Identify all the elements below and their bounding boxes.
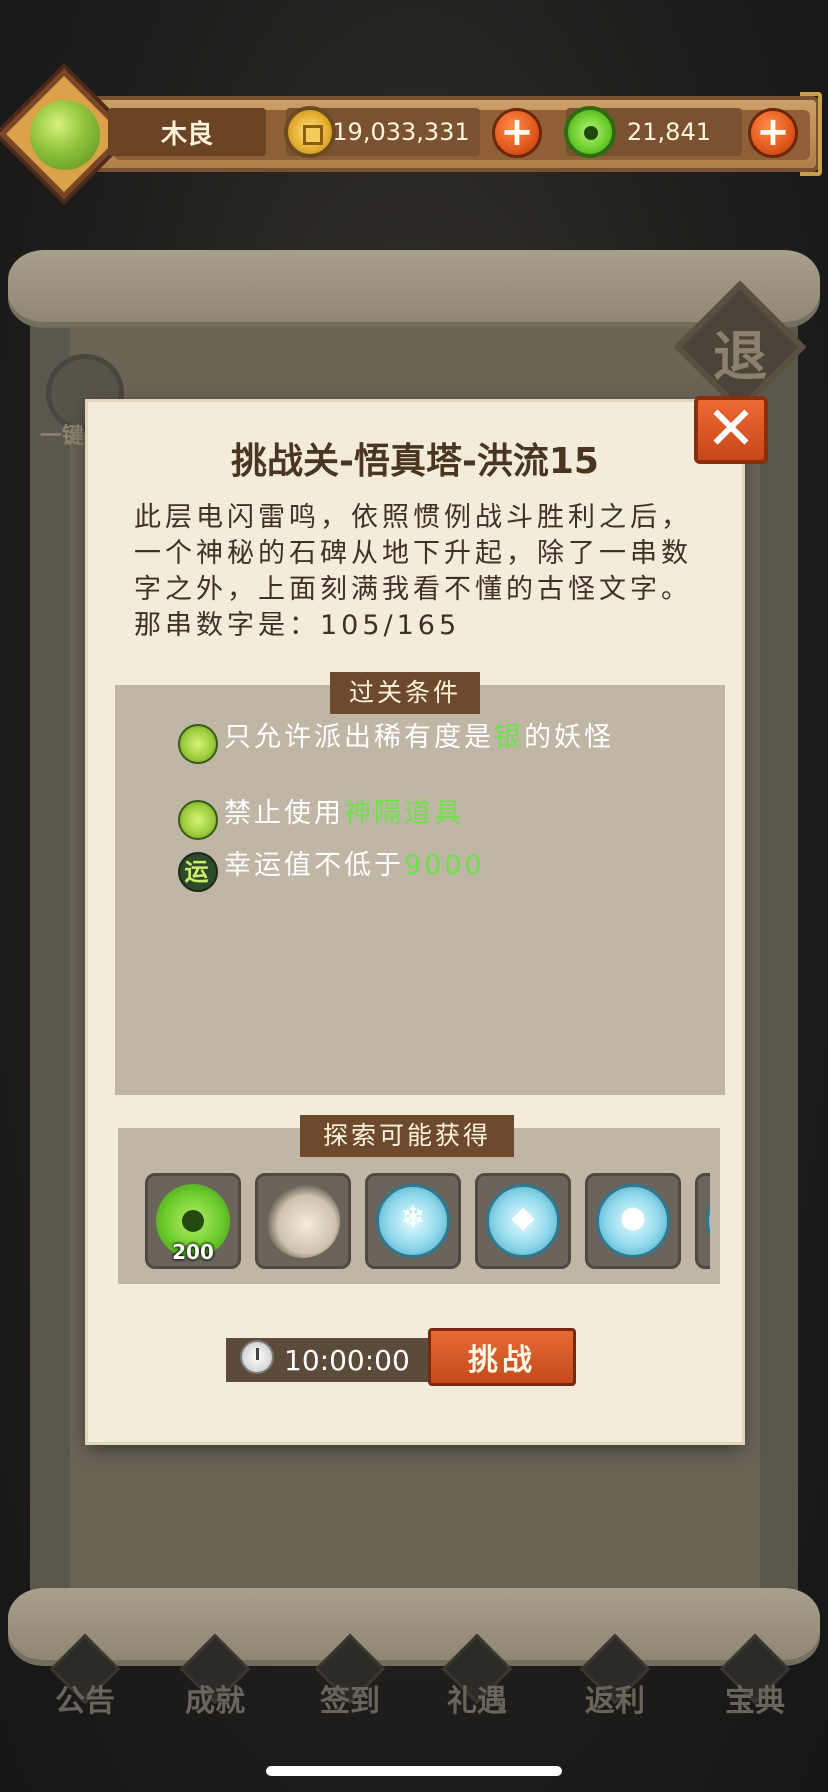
add-jade-button[interactable]: +: [748, 108, 798, 158]
challenge-button[interactable]: 挑战: [428, 1328, 576, 1386]
nav-label: 成就: [185, 1684, 245, 1719]
condition-text: 只允许派出稀有度是银的妖怪: [224, 722, 614, 753]
compass-label: 一键: [40, 424, 85, 449]
rewards-list[interactable]: 200 ❄ ◆ ●: [145, 1173, 710, 1269]
reward-ice-crystal[interactable]: ❄: [365, 1173, 461, 1269]
green-orb-icon: [178, 724, 218, 764]
reward-creature[interactable]: [255, 1173, 351, 1269]
condition-text: 幸运值不低于9000: [224, 850, 485, 881]
reward-more[interactable]: [695, 1173, 710, 1269]
nav-item-achievements[interactable]: 成就: [160, 1633, 270, 1720]
rewards-title: 探索可能获得: [300, 1115, 514, 1157]
exit-button[interactable]: 退: [673, 280, 807, 414]
condition-item: 禁止使用神隔道具: [178, 798, 464, 840]
nav-label: 返利: [585, 1684, 645, 1719]
add-coins-button[interactable]: +: [492, 108, 542, 158]
snowflake-icon: ❄: [400, 1200, 426, 1235]
creature-icon: [266, 1184, 340, 1258]
crystal-icon: ◆: [511, 1200, 535, 1235]
reward-ice-orb[interactable]: ●: [585, 1173, 681, 1269]
jade-coin-icon: [564, 106, 616, 158]
reward-quantity: 200: [172, 1240, 214, 1264]
conditions-title: 过关条件: [330, 672, 480, 714]
nav-item-guide[interactable]: 宝典: [700, 1633, 810, 1720]
nav-label: 公告: [55, 1684, 115, 1719]
reward-jade-orb[interactable]: 200: [145, 1173, 241, 1269]
nav-label: 签到: [320, 1684, 380, 1719]
luck-icon: 运: [178, 852, 218, 892]
dialog-description: 此层电闪雷鸣，依照惯例战斗胜利之后，一个神秘的石碑从地下升起，除了一串数字之外，…: [134, 502, 692, 641]
player-name: 木良: [108, 108, 266, 156]
condition-item: 只允许派出稀有度是银的妖怪: [178, 722, 628, 764]
stopwatch-icon: [240, 1340, 274, 1374]
bottom-nav: 公告 成就 签到 礼遇 返利 宝典: [0, 1633, 828, 1740]
condition-text: 禁止使用神隔道具: [224, 798, 464, 829]
avatar[interactable]: [30, 100, 100, 170]
nav-item-rebate[interactable]: 返利: [560, 1633, 670, 1720]
exit-label: 退: [713, 325, 767, 388]
dialog-title: 挑战关-悟真塔-洪流15: [231, 441, 599, 482]
home-indicator[interactable]: [266, 1766, 562, 1776]
green-orb-icon: [178, 800, 218, 840]
reward-ice-shard[interactable]: ◆: [475, 1173, 571, 1269]
nav-item-checkin[interactable]: 签到: [295, 1633, 405, 1720]
condition-item: 运 幸运值不低于9000: [178, 850, 485, 892]
water-drop-icon: ●: [619, 1200, 647, 1235]
ice-item-icon: [706, 1184, 710, 1258]
gold-coin-icon: [284, 106, 336, 158]
resource-bar-corner: [800, 92, 822, 176]
nav-label: 宝典: [725, 1684, 785, 1719]
nav-item-gifts[interactable]: 礼遇: [422, 1633, 532, 1720]
nav-item-announcement[interactable]: 公告: [30, 1633, 140, 1720]
nav-label: 礼遇: [447, 1684, 507, 1719]
